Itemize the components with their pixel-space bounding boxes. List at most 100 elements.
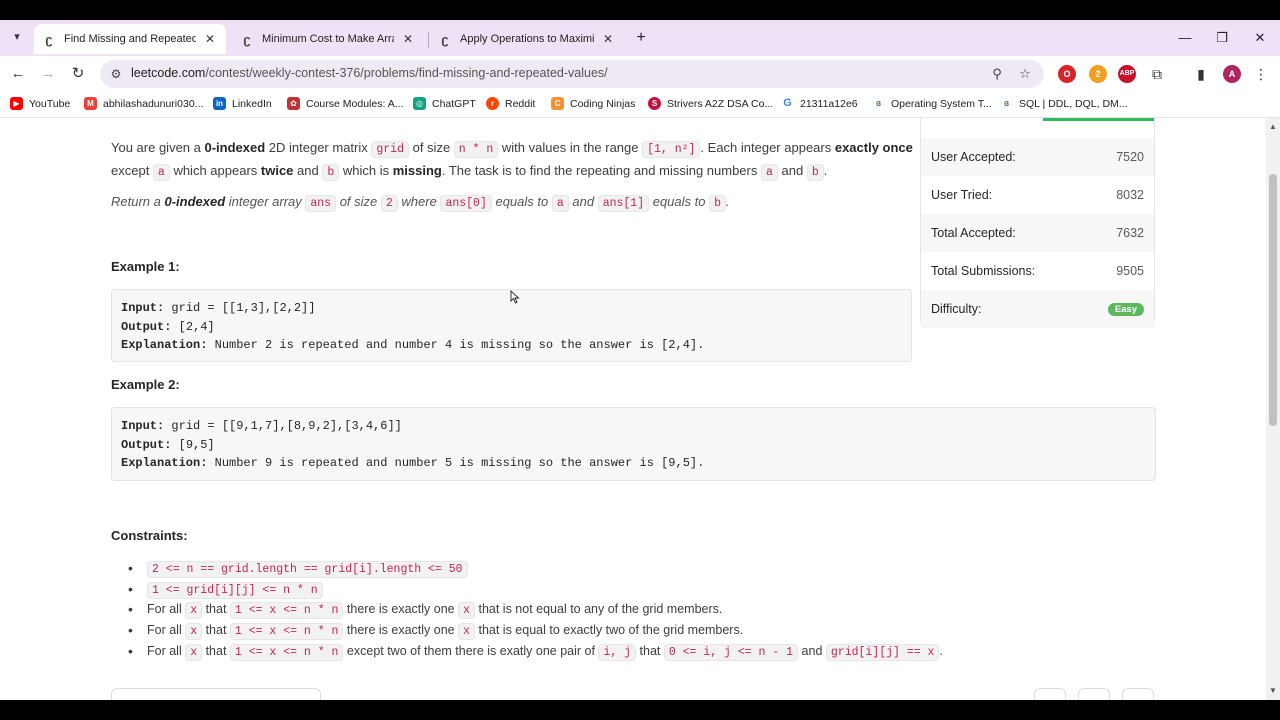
extension-badge-icon[interactable]: 2 — [1089, 65, 1107, 83]
bookmark-youtube[interactable]: ▶ YouTube — [10, 97, 70, 110]
constraint-item: For all x that 1 <= x <= n * n there is … — [128, 620, 943, 641]
bookmark-reddit[interactable]: r Reddit — [486, 97, 535, 110]
scroll-up-arrow-icon[interactable]: ▲ — [1266, 122, 1280, 132]
stat-total-accepted: Total Accepted: 7632 — [921, 214, 1154, 252]
language-select[interactable] — [111, 688, 321, 700]
constraints-title: Constraints: — [111, 528, 188, 543]
bookmark-linkedin[interactable]: in LinkedIn — [213, 97, 272, 110]
letterbox-bottom — [0, 700, 1280, 720]
url-text[interactable]: leetcode.com/contest/weekly-contest-376/… — [131, 66, 608, 80]
google-icon: G — [781, 97, 794, 110]
tab-find-missing[interactable]: ʗ Find Missing and Repeated Valu ✕ — [34, 24, 226, 54]
extensions-puzzle-icon[interactable]: ⧉ — [1148, 65, 1166, 83]
constraints-list: 2 <= n == grid.length == grid[i].length … — [128, 558, 943, 661]
stat-total-submissions: Total Submissions: 9505 — [931, 264, 1144, 278]
problem-page: You are given a 0-indexed 2D integer mat… — [0, 118, 1266, 700]
restore-icon[interactable]: ❐ — [1212, 28, 1232, 48]
stat-user-accepted: User Accepted: 7520 — [921, 138, 1154, 176]
new-tab-plus-icon[interactable]: + — [630, 27, 652, 49]
bookmark-course-modules[interactable]: ✿ Course Modules: A... — [287, 97, 403, 110]
constraint-item: 2 <= n == grid.length == grid[i].length … — [128, 558, 943, 579]
bookmark-label: Reddit — [505, 97, 536, 110]
tab-minimum-cost[interactable]: ʗ Minimum Cost to Make Array E ✕ — [232, 24, 424, 54]
stat-user-tried: User Tried: 8032 — [931, 188, 1144, 202]
forward-arrow-icon[interactable]: → — [38, 64, 58, 84]
minimize-icon[interactable]: — — [1175, 28, 1195, 48]
close-icon[interactable]: ✕ — [600, 31, 616, 47]
constraint-item: For all x that 1 <= x <= n * n except tw… — [128, 641, 943, 662]
screen: ▾ ʗ Find Missing and Repeated Valu ✕ ʗ M… — [0, 0, 1280, 720]
bookmark-operating-system[interactable]: ɞ Operating System T... — [872, 97, 992, 110]
scroll-down-arrow-icon[interactable]: ▼ — [1266, 686, 1280, 696]
side-panel-icon[interactable]: ▮ — [1192, 65, 1210, 83]
url-host: leetcode.com — [131, 66, 206, 80]
menu-kebab-icon[interactable]: ⋮ — [1252, 65, 1270, 83]
bookmark-google[interactable]: G 21311a12e6 — [781, 97, 858, 110]
bookmark-coding-ninjas[interactable]: C Coding Ninjas — [551, 97, 635, 110]
bookmark-label: Operating System T... — [891, 97, 992, 110]
example-2-title: Example 2: — [111, 377, 180, 392]
gfg-icon: ɞ — [872, 97, 885, 110]
linkedin-icon: in — [213, 97, 226, 110]
url-path: /contest/weekly-contest-376/problems/fin… — [205, 66, 608, 80]
chatgpt-icon: ◎ — [413, 97, 426, 110]
leetcode-icon: ʗ — [243, 31, 251, 47]
course-icon: ✿ — [287, 97, 300, 110]
bookmark-label: YouTube — [29, 97, 71, 110]
leetcode-icon: ʗ — [45, 31, 53, 47]
opera-extension-icon[interactable]: O — [1058, 65, 1076, 83]
toolbar-button[interactable] — [1078, 688, 1110, 700]
bookmark-label: Strivers A2Z DSA Co... — [667, 97, 774, 110]
back-arrow-icon[interactable]: ← — [8, 64, 28, 84]
reload-icon[interactable]: ↻ — [68, 64, 88, 84]
constraint-item: 1 <= grid[i][j] <= n * n — [128, 579, 943, 600]
profile-avatar[interactable]: A — [1223, 65, 1241, 83]
letterbox-top — [0, 0, 1280, 20]
profile-initial: A — [1228, 69, 1236, 79]
tab-title: Apply Operations to Maximize — [460, 33, 594, 45]
browser-toolbar: ← → ↻ ⚙ leetcode.com/contest/weekly-cont… — [0, 56, 1280, 92]
mouse-cursor-icon — [510, 290, 520, 304]
close-icon[interactable]: ✕ — [202, 31, 218, 47]
bookmark-sql[interactable]: ɞ SQL | DDL, DQL, DM... — [1000, 97, 1128, 110]
difficulty-badge: Easy — [1107, 302, 1144, 316]
close-icon[interactable]: ✕ — [400, 31, 416, 47]
gfg-icon: ɞ — [1000, 97, 1013, 110]
tab-strip: ▾ ʗ Find Missing and Repeated Valu ✕ ʗ M… — [0, 20, 1280, 56]
example-1-title: Example 1: — [111, 259, 180, 274]
stats-accent-line — [1043, 118, 1154, 121]
tab-title: Minimum Cost to Make Array E — [262, 33, 394, 45]
stat-difficulty: Difficulty: Easy — [921, 290, 1154, 328]
youtube-icon: ▶ — [10, 97, 23, 110]
site-settings-icon[interactable]: ⚙ — [108, 66, 124, 82]
leetcode-icon: ʗ — [441, 31, 449, 47]
bookmark-label: ChatGPT — [432, 97, 476, 110]
toolbar-button[interactable] — [1122, 688, 1154, 700]
bookmark-strivers[interactable]: S Strivers A2Z DSA Co... — [648, 97, 773, 110]
bookmark-label: abhilashadunuri030... — [103, 97, 204, 110]
contest-stats-panel: User Accepted: 7520 User Tried: 8032 Total… — [920, 118, 1155, 328]
address-bar[interactable]: ⚙ leetcode.com/contest/weekly-contest-37… — [100, 60, 1044, 88]
bookmark-label: LinkedIn — [232, 97, 272, 110]
page-scrollbar[interactable]: ▲ ▼ — [1266, 118, 1280, 700]
bookmark-chatgpt[interactable]: ◎ ChatGPT — [413, 97, 476, 110]
bookmark-label: SQL | DDL, DQL, DM... — [1019, 97, 1128, 110]
tab-search-chevron-icon[interactable]: ▾ — [6, 26, 28, 48]
gmail-icon: M — [84, 97, 97, 110]
toolbar-button[interactable] — [1034, 688, 1066, 700]
coding-ninjas-icon: C — [551, 97, 564, 110]
extension-badge-count: 2 — [1095, 69, 1101, 79]
zoom-icon[interactable]: ⚲ — [989, 66, 1005, 82]
bookmark-label: Coding Ninjas — [570, 97, 636, 110]
bookmarks-bar: ▶ YouTube Mabhilashadunuri030... in Linked… — [0, 92, 1280, 118]
tab-apply-operations[interactable]: ʗ Apply Operations to Maximize ✕ — [430, 24, 624, 54]
window-close-icon[interactable]: ✕ — [1250, 28, 1270, 48]
bookmark-star-icon[interactable]: ☆ — [1017, 66, 1033, 82]
example-2-block: Input: grid = [[9,1,7],[8,9,2],[3,4,6]] … — [111, 407, 1156, 481]
constraint-item: For all x that 1 <= x <= n * n there is … — [128, 599, 943, 620]
bookmark-gmail[interactable]: Mabhilashadunuri030... — [84, 97, 203, 110]
scroll-thumb[interactable] — [1269, 174, 1277, 426]
adblock-icon[interactable]: ABP — [1118, 65, 1136, 83]
bookmark-label: Course Modules: A... — [306, 97, 404, 110]
description-paragraph-2: Return a 0-indexed integer array ans of … — [111, 194, 730, 212]
